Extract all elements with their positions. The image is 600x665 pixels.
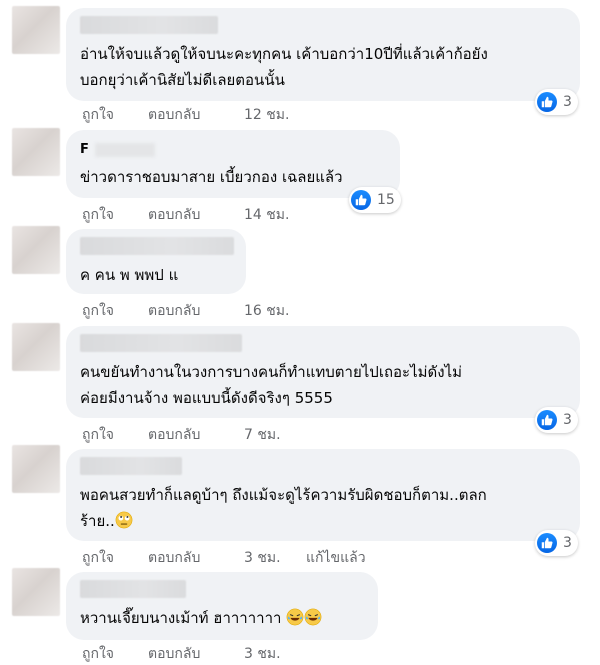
comment-bubble: อ่านให้จบแล้วดูให้จบนะคะทุกคน เค้าบอกว่า… <box>66 8 580 101</box>
comment-bubble: คนขยันทำงานในวงการบางคนก็ทำแทบตายไปเถอะไ… <box>66 326 580 418</box>
comment-text: ค คน พ พพป แ <box>80 266 179 284</box>
thumbs-up-icon <box>351 190 371 210</box>
reaction-count[interactable]: 15 <box>349 187 401 213</box>
author-name[interactable] <box>80 580 186 598</box>
like-link[interactable]: ถูกใจ <box>82 300 148 322</box>
comment-bubble: หวานเจี๊ยบนางเม้าท์ ฮาาาาาาา <box>66 572 378 640</box>
reaction-number: 3 <box>563 94 572 110</box>
rolling-eyes-emoji-icon <box>115 511 133 529</box>
comment-actions: ถูกใจ ตอบกลับ 16 ชม. <box>82 300 306 322</box>
comment-bubble: F ข่าวดาราชอบมาสาย เบี้ยวกอง เฉลยแล้ว <box>66 130 400 198</box>
timestamp[interactable]: 12 ชม. <box>244 104 306 126</box>
avatar[interactable] <box>12 445 60 493</box>
reaction-count[interactable]: 3 <box>535 407 578 433</box>
comment-actions: ถูกใจ ตอบกลับ 14 ชม. <box>82 204 306 226</box>
timestamp[interactable]: 14 ชม. <box>244 204 306 226</box>
avatar[interactable] <box>12 6 60 54</box>
reaction-count[interactable]: 3 <box>535 89 578 115</box>
reply-link[interactable]: ตอบกลับ <box>148 424 244 446</box>
author-name[interactable] <box>80 16 218 34</box>
comment-text: อ่านให้จบแล้วดูให้จบนะคะทุกคน เค้าบอกว่า… <box>80 45 488 89</box>
comment-bubble: ค คน พ พพป แ <box>66 229 246 294</box>
reply-link[interactable]: ตอบกลับ <box>148 204 244 226</box>
comment-text: หวานเจี๊ยบนางเม้าท์ ฮาาาาาาา <box>80 605 366 631</box>
like-link[interactable]: ถูกใจ <box>82 643 148 665</box>
avatar[interactable] <box>12 226 60 274</box>
laughing-tears-emoji-icon <box>286 608 304 626</box>
author-name[interactable]: F <box>80 142 388 158</box>
like-link[interactable]: ถูกใจ <box>82 424 148 446</box>
reaction-number: 3 <box>563 412 572 428</box>
author-name[interactable] <box>80 334 242 352</box>
author-name[interactable] <box>80 457 182 475</box>
edited-label: แก้ไขแล้ว <box>306 550 366 566</box>
like-link[interactable]: ถูกใจ <box>82 204 148 226</box>
timestamp[interactable]: 3 ชม. <box>244 547 306 569</box>
reply-link[interactable]: ตอบกลับ <box>148 104 244 126</box>
reply-link[interactable]: ตอบกลับ <box>148 547 244 569</box>
reaction-count[interactable]: 3 <box>535 530 578 556</box>
comment-actions: ถูกใจ ตอบกลับ 3 ชม. แก้ไขแล้ว <box>82 547 366 569</box>
timestamp[interactable]: 3 ชม. <box>244 643 306 665</box>
timestamp[interactable]: 16 ชม. <box>244 300 306 322</box>
avatar[interactable] <box>12 568 60 616</box>
author-name[interactable] <box>80 237 234 255</box>
reply-link[interactable]: ตอบกลับ <box>148 643 244 665</box>
timestamp[interactable]: 7 ชม. <box>244 424 306 446</box>
comment-bubble: พอคนสวยทำก็แลดูบ้าๆ ถึงแม้จะดูไร้ความรับ… <box>66 449 580 541</box>
like-link[interactable]: ถูกใจ <box>82 547 148 569</box>
comment-text: คนขยันทำงานในวงการบางคนก็ทำแทบตายไปเถอะไ… <box>80 363 463 407</box>
reaction-number: 15 <box>377 192 395 208</box>
laughing-tears-emoji-icon <box>304 608 322 626</box>
comment-text: ข่าวดาราชอบมาสาย เบี้ยวกอง เฉลยแล้ว <box>80 168 343 186</box>
comment-actions: ถูกใจ ตอบกลับ 7 ชม. <box>82 424 306 446</box>
like-link[interactable]: ถูกใจ <box>82 104 148 126</box>
comment-actions: ถูกใจ ตอบกลับ 12 ชม. <box>82 104 306 126</box>
comment-actions: ถูกใจ ตอบกลับ 3 ชม. <box>82 643 306 665</box>
thumbs-up-icon <box>537 410 557 430</box>
thumbs-up-icon <box>537 92 557 112</box>
avatar[interactable] <box>12 323 60 371</box>
comment-text: พอคนสวยทำก็แลดูบ้าๆ ถึงแม้จะดูไร้ความรับ… <box>80 486 487 530</box>
avatar[interactable] <box>12 128 60 176</box>
reply-link[interactable]: ตอบกลับ <box>148 300 244 322</box>
thumbs-up-icon <box>537 533 557 553</box>
reaction-number: 3 <box>563 535 572 551</box>
